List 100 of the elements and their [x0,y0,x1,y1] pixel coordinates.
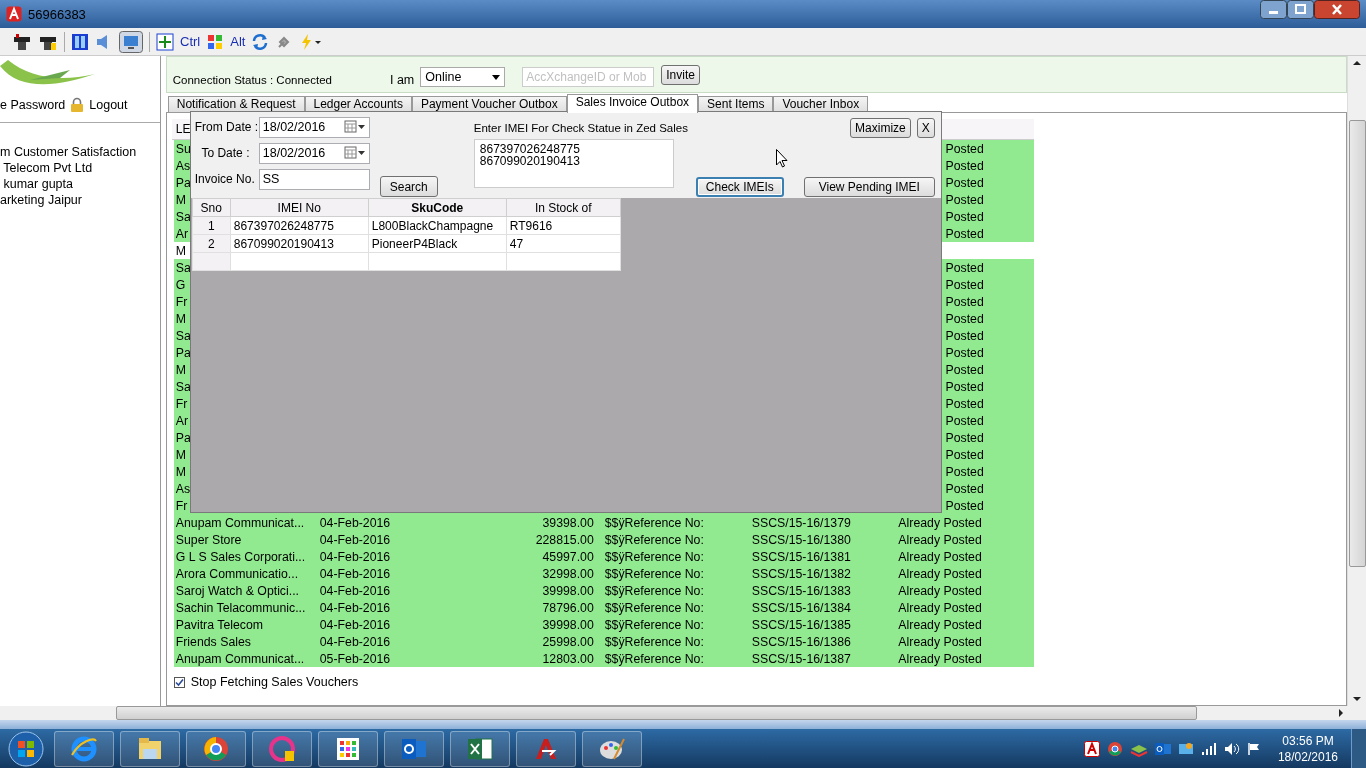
signal-icon[interactable] [1200,742,1217,756]
presence-dropdown[interactable]: Online [420,67,506,87]
imei-label: Enter IMEI For Check Statue in Zed Sales [473,122,688,134]
tray-app-icon[interactable] [1083,741,1100,757]
table-cell-text: 05-Feb-2016 [318,651,392,666]
fullscreen-icon[interactable] [156,32,174,51]
checkbox[interactable] [173,676,185,688]
table-cell-text: Posted [944,192,984,207]
grid-app-icon[interactable] [318,731,378,767]
sidebar-item[interactable]: Telecom Pvt Ltd [0,161,160,177]
ctrl-key-label[interactable]: Ctrl [180,34,201,49]
clock[interactable]: 03:56 PM 18/02/2016 [1277,733,1338,765]
checkbox-label: Stop Fetching Sales Vouchers [190,675,359,689]
from-date-field[interactable]: 18/02/2016 [258,116,370,138]
search-button[interactable]: Search [379,176,438,197]
show-desktop-button[interactable] [1351,729,1366,768]
tab[interactable]: Ledger Accounts [304,96,412,112]
table-cell-text: G [174,277,186,292]
columns-icon[interactable] [71,32,89,51]
table-cell: RT9616 [506,216,621,235]
lock-icon[interactable] [70,97,85,113]
table-row[interactable]: Friends Sales 04-Feb-2016 25998.00 $$ÿReference No: SSCS/15-16/1386 Already Posted [173,633,1034,650]
view-pending-button[interactable]: View Pending IMEI [803,177,935,197]
volume-icon[interactable] [1223,742,1240,756]
table-cell-text: Anupam Communicat... [174,651,306,666]
table-cell-text: $$ÿReference No: [603,566,705,581]
to-date-label: To Date : [200,146,251,160]
tab[interactable]: Sales Invoice Outbox [566,94,699,113]
table-cell-text: 04-Feb-2016 [318,566,392,581]
tab[interactable]: Payment Voucher Outbox [411,96,567,112]
mail-app-icon[interactable] [1154,741,1171,757]
maximize-button[interactable]: Maximize [850,118,911,138]
alt-key-label[interactable]: Alt [230,34,246,49]
table-cell-text: $$ÿReference No: [603,532,705,547]
minimize-icon[interactable] [1260,0,1287,19]
imei-field[interactable]: 867397026248775 867099020190413 [473,139,674,188]
column-header[interactable]: IMEI No [230,198,369,217]
table-row[interactable]: Anupam Communicat... 04-Feb-2016 39398.00 $$ÿReference No: SSCS/15-16/1379 Already Posted [173,514,1034,531]
browser-icon[interactable] [186,731,246,767]
to-date-field[interactable]: 18/02/2016 [258,142,370,164]
tab[interactable]: Voucher Inbox [773,96,869,112]
tab[interactable]: Notification & Request [167,96,305,112]
column-header[interactable]: SkuCode [368,198,507,217]
letter-a-app-icon[interactable] [516,731,576,767]
table-row[interactable]: Sachin Telacommunic... 04-Feb-2016 78796.00 $$ÿReference No: SSCS/15-16/1384 Already Posted [173,599,1034,616]
table-cell-text: Posted [944,430,984,445]
change-password-link[interactable]: e Password [0,98,66,112]
table-cell-text: 78796.00 [541,600,594,615]
table-row[interactable]: Arora Communicatio... 04-Feb-2016 32998.00 $$ÿReference No: SSCS/15-16/1382 Already Posted [173,565,1034,582]
maximize-icon[interactable] [1287,0,1314,19]
table-row[interactable]: G L S Sales Corporati... 04-Feb-2016 45997.00 $$ÿReference No: SSCS/15-16/1381 Already Posted [173,548,1034,565]
table-cell-text: Arora Communicatio... [174,566,300,581]
invite-button[interactable]: Invite [661,65,700,85]
table-cell-text: Already Posted [897,617,982,632]
table-cell-text: Pavitra Telecom [174,617,265,632]
close-button[interactable]: X [916,118,935,138]
calendar-icon[interactable] [343,146,366,160]
app-icon[interactable] [252,731,312,767]
paint-palette-icon[interactable] [582,731,642,767]
refresh-icon[interactable] [251,32,270,51]
table-cell-text: 228815.00 [534,532,594,547]
table-row[interactable]: Anupam Communicat... 05-Feb-2016 12803.00 $$ÿReference No: SSCS/15-16/1387 Already Posted [173,650,1034,667]
table-cell-text: Pa [174,345,191,360]
invoice-field[interactable]: SS [258,168,370,190]
table-cell-text: Sa [174,260,191,275]
table-cell-text: 32998.00 [541,566,594,581]
vertical-scrollbar[interactable] [1347,56,1366,706]
windows-key-icon[interactable] [206,32,225,51]
plug-icon[interactable] [12,32,32,51]
table-cell-text: 39398.00 [541,515,594,530]
column-header[interactable]: In Stock of [506,198,621,217]
table-cell-text: M [174,243,186,258]
table-cell-text: SSCS/15-16/1385 [750,617,852,632]
browser-icon[interactable] [1106,741,1123,757]
flag-icon[interactable] [1246,742,1261,756]
column-header[interactable]: Sno [192,198,231,217]
table-cell-text: Already Posted [897,549,982,564]
lightning-icon[interactable] [299,32,324,51]
folder-icon[interactable] [120,731,180,767]
invite-field[interactable]: AccXchangeID or Mob [522,67,655,87]
table-cell-text: Already Posted [897,532,982,547]
close-icon[interactable] [1314,0,1360,19]
monitor-icon[interactable] [119,30,143,53]
table-cell-text: Posted [944,209,984,224]
mail-app-icon[interactable] [384,731,444,767]
table-row[interactable]: Saroj Watch & Optici... 04-Feb-2016 39998.00 $$ÿReference No: SSCS/15-16/1383 Already Posted [173,582,1034,599]
spreadsheet-app-icon[interactable] [450,731,510,767]
sidebar-item[interactable]: arketing Jaipur [0,193,160,209]
table-cell-text: SSCS/15-16/1379 [750,515,852,530]
browser-icon[interactable] [54,731,114,767]
sidebar-item[interactable]: m Customer Satisfaction [0,145,160,161]
sidebar-item[interactable]: kumar gupta [0,177,160,193]
calendar-icon[interactable] [343,120,366,134]
table-row[interactable]: Pavitra Telecom 04-Feb-2016 39998.00 $$ÿReference No: SSCS/15-16/1385 Already Posted [173,616,1034,633]
tab[interactable]: Sent Items [698,96,774,112]
table-row[interactable]: Super Store 04-Feb-2016 228815.00 $$ÿReference No: SSCS/15-16/1380 Already Posted [173,531,1034,548]
network-app-icon[interactable] [1177,741,1194,757]
table-cell-text: 25998.00 [541,634,594,649]
check-imeis-button[interactable]: Check IMEIs [695,177,784,197]
logout-link[interactable]: Logout [89,98,128,112]
